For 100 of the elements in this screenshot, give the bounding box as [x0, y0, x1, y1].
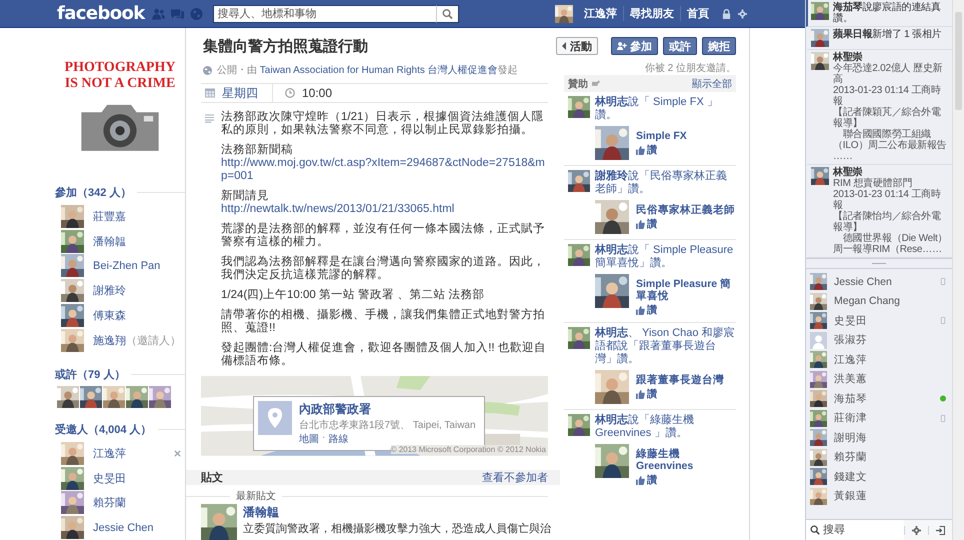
search-field[interactable]: 搜尋人、地標和事物	[212, 4, 436, 22]
chat-contact[interactable]: 江逸萍	[806, 350, 952, 370]
nav-link[interactable]: 首頁	[680, 6, 715, 21]
person-link[interactable]: 傅東森	[93, 308, 126, 324]
host-link[interactable]: Taiwan Association for Human Rights 台灣人權促進會	[260, 65, 498, 76]
description-icon	[205, 114, 214, 124]
address-text: 台北市忠孝東路1段7號、 Taipei, Taiwan	[299, 418, 476, 432]
ticker-text: 【記者陳穎芃／綜合外電報導】	[833, 107, 942, 129]
map-copyright: © 2013 Microsoft Corporation © 2012 Nokia	[390, 445, 546, 454]
ticker-text: 德國世界報（Die Welt）周一報導RIM（Rese……	[833, 233, 948, 255]
thumbs-up-icon	[636, 476, 645, 484]
section-heading: 受邀人（4,004 人）	[55, 422, 152, 437]
close-icon[interactable]	[174, 450, 181, 457]
caret-icon	[562, 42, 568, 50]
page-link[interactable]: 民俗專家林正義老師	[636, 204, 735, 216]
mobile-icon	[940, 414, 946, 422]
chat-contact[interactable]: 海茄琴	[806, 389, 952, 408]
ticker-text: 2013-01-23 01:14 工商時報	[833, 189, 942, 211]
link[interactable]: http://www.moj.gov.tw/ct.asp?xItem=294687&ctNode=27518&mp=001	[221, 157, 548, 184]
chat-contact[interactable]: 賴芬蘭	[806, 448, 952, 467]
ticker-item[interactable]: 海茄琴說廖宸語的連結真讚。	[806, 0, 952, 27]
chat-contact[interactable]: 莊衛津	[806, 408, 952, 428]
chat-contact[interactable]: 史旻田	[806, 311, 952, 330]
like-story-text: 謝雅玲說「民俗專家林正義老師」讚。	[595, 170, 728, 196]
default-avatar-icon	[810, 332, 827, 349]
person-link[interactable]: Jessie Chen	[93, 522, 154, 534]
mobile-icon	[940, 278, 946, 286]
contact-name: 莊衛津	[834, 411, 867, 426]
page-link[interactable]: Simple FX	[636, 130, 687, 142]
author-link[interactable]: 潘翰韞	[243, 504, 551, 521]
divider-label: 最新貼文	[236, 490, 276, 503]
like-button[interactable]: 讚	[636, 387, 657, 401]
ticker-text: 【記者陳怡均／綜合外電報導】	[833, 211, 942, 233]
like-story-text: 林明志、 Yison Chao 和廖宸語都說「跟著董事長遊台灣」讚。	[595, 327, 736, 366]
chat-contact[interactable]: 洪美蕙	[806, 370, 952, 389]
person-link[interactable]: 謝雅玲	[93, 283, 126, 298]
link[interactable]: http://newtalk.tw/news/2013/01/21/33065.html	[221, 203, 548, 216]
chat-contact[interactable]: 錢建文	[806, 467, 952, 486]
declined-link[interactable]: 查看不參加者	[482, 470, 548, 485]
ticker-text: 海茄琴說廖宸語的連結真讚。	[833, 2, 942, 24]
thumbs-up-icon	[636, 146, 645, 154]
person-link[interactable]: 莊豐嘉	[93, 208, 126, 224]
lock-icon[interactable]	[722, 8, 731, 18]
contact-name: 洪美蕙	[834, 372, 867, 386]
chat-contact[interactable]: 黃銀蓮	[806, 486, 952, 506]
map-link[interactable]: 路線	[328, 432, 348, 446]
chat-contact[interactable]: 張淑芬	[806, 330, 952, 350]
logo[interactable]: facebook	[57, 3, 145, 24]
profile-link[interactable]: 江逸萍	[578, 6, 623, 21]
chat-contact[interactable]: 謝明海	[806, 428, 952, 448]
contact-name: 黃銀蓮	[834, 489, 867, 504]
page-link[interactable]: Simple Pleasure 簡單喜悅	[636, 278, 736, 302]
contact-name: 江逸萍	[834, 352, 867, 367]
separator: ·	[322, 432, 326, 446]
page-link[interactable]: 跟著董事長遊台灣	[636, 374, 724, 386]
thumbs-up-icon	[636, 220, 645, 228]
search-icon	[810, 525, 820, 535]
like-button[interactable]: 讚	[636, 143, 657, 157]
map-link[interactable]: 地圖	[299, 432, 319, 446]
settings-icon[interactable]	[738, 8, 747, 18]
place-link[interactable]: 內政部警政署	[299, 401, 476, 418]
person-link[interactable]: 史旻田	[93, 470, 126, 486]
ticker-item[interactable]: 蘋果日報新增了 1 張相片	[806, 27, 952, 50]
chat-contact[interactable]: Jessie Chen	[806, 272, 952, 292]
search-icon[interactable]	[436, 4, 459, 22]
person-link[interactable]: 江逸萍	[93, 446, 126, 461]
thumbs-up-icon	[636, 390, 645, 398]
contact-name: 錢建文	[834, 470, 867, 484]
nav-link[interactable]: 尋找朋友	[623, 6, 680, 21]
person-link[interactable]: 施逸翔	[93, 332, 126, 348]
mobile-icon	[940, 317, 946, 324]
description-text: 荒謬的是法務部的解釋，並沒有任何一條本國法條，正式賦予警察有這樣的權力。	[221, 223, 545, 248]
like-button[interactable]: 讚	[636, 303, 657, 317]
calendar-icon	[205, 88, 215, 98]
post-text: 立委質詢警政署，相機攝影機攻擊力強大，恐造成人員傷亡與治	[243, 522, 551, 536]
add-person-icon	[617, 42, 627, 50]
chat-contact[interactable]: Megan Chang	[806, 292, 952, 311]
rsvp-button[interactable]: 活動	[556, 37, 598, 55]
person-link[interactable]: 潘翰韞	[93, 234, 126, 249]
event-day[interactable]: 星期四	[222, 84, 258, 102]
rsvp-button[interactable]: 婉拒	[702, 37, 736, 55]
ticker-text: 蘋果日報新增了 1 張相片	[833, 29, 942, 42]
person-link[interactable]: Bei-Zhen Pan	[93, 260, 160, 272]
show-all-link[interactable]: 顯示全部	[692, 76, 732, 90]
contact-name: 張淑芬	[834, 333, 867, 348]
chat-search-field[interactable]: 搜尋	[806, 520, 904, 540]
description-text: 法務部政次陳守煌昨（1/21）日表示，根據個資法維護個人隱私的原則，如果執法警察不同意，得以制止民眾錄影拍攝。	[221, 111, 544, 136]
page-link[interactable]: 綠藤生機 Greenvines	[636, 448, 736, 472]
like-button[interactable]: 讚	[636, 217, 657, 231]
contact-name: Jessie Chen	[834, 276, 892, 288]
scrollbar[interactable]	[952, 0, 964, 540]
description-text: 1/24(四)上午10:00 第一站 警政署 、第二站 法務部	[221, 289, 485, 302]
rsvp-button[interactable]: 或許	[663, 37, 697, 55]
person-link[interactable]: 賴芬蘭	[93, 495, 126, 510]
ticker-text: 聯合國國際勞工組織（ILO）周二公布最新報告	[833, 129, 948, 151]
like-button[interactable]: 讚	[636, 473, 657, 487]
rsvp-button[interactable]: 參加	[611, 37, 658, 55]
edit-icon	[592, 80, 600, 87]
clock-icon	[285, 88, 295, 98]
event-byline: 公開・由 Taiwan Association for Human Rights 台灣人權促進會發起	[217, 64, 518, 77]
